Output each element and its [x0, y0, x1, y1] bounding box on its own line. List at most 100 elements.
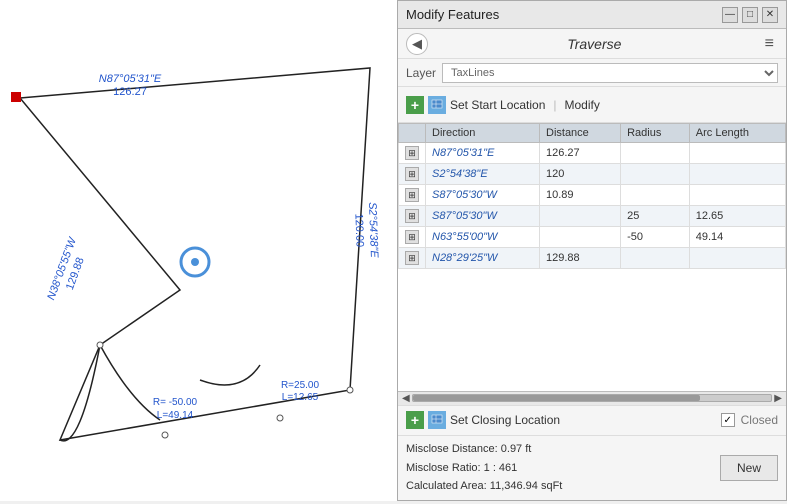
annotation-l2: L=12.65: [282, 392, 319, 403]
calculated-area-row: Calculated Area: 11,346.94 sqFt: [406, 477, 562, 496]
row-radius: [621, 185, 690, 206]
panel-title: Modify Features: [406, 7, 499, 22]
row-icon-cell: ⊞: [399, 248, 426, 269]
calculated-area-label: Calculated Area:: [406, 480, 487, 492]
table-row[interactable]: ⊞ N63°55'00"W -50 49.14: [399, 227, 786, 248]
row-arc-length: [689, 164, 785, 185]
new-button[interactable]: New: [720, 455, 778, 481]
row-expand-icon: ⊞: [405, 167, 419, 181]
col-distance: Distance: [540, 124, 621, 143]
map-pin-icon-closing: [428, 411, 446, 429]
annotation-top-dir: N87°05'31"E: [99, 73, 162, 85]
annotation-top-val: 126.27: [113, 86, 147, 98]
scroll-bar-area: ◀ ▶: [398, 391, 786, 405]
row-expand-icon: ⊞: [405, 209, 419, 223]
row-direction: N28°29'25"W: [426, 248, 540, 269]
traverse-title: Traverse: [567, 36, 621, 52]
row-icon-cell: ⊞: [399, 143, 426, 164]
row-direction: S87°05'30"W: [426, 206, 540, 227]
misclose-distance-value: 0.97 ft: [501, 443, 532, 455]
row-distance: 129.88: [540, 248, 621, 269]
toolbar-row: + Set Start Location | Modify: [398, 87, 786, 123]
annotation-l1: L=49.14: [157, 410, 194, 421]
table-row[interactable]: ⊞ N87°05'31"E 126.27: [399, 143, 786, 164]
row-distance: 126.27: [540, 143, 621, 164]
maximize-button[interactable]: □: [742, 7, 758, 23]
row-distance: [540, 206, 621, 227]
table-row[interactable]: ⊞ S2°54'38"E 120: [399, 164, 786, 185]
row-arc-length: [689, 185, 785, 206]
menu-icon: ≡: [765, 35, 774, 52]
modify-button[interactable]: Modify: [565, 98, 600, 112]
row-distance: [540, 227, 621, 248]
misclose-ratio-row: Misclose Ratio: 1 : 461: [406, 459, 562, 478]
row-direction: S87°05'30"W: [426, 185, 540, 206]
row-expand-icon: ⊞: [405, 230, 419, 244]
row-expand-icon: ⊞: [405, 188, 419, 202]
col-icon: [399, 124, 426, 143]
col-arc-length: Arc Length: [689, 124, 785, 143]
calculated-area-value: 11,346.94 sqFt: [490, 480, 563, 492]
horizontal-scrollbar[interactable]: [412, 394, 773, 402]
row-distance: 10.89: [540, 185, 621, 206]
plus-icon-closing: +: [406, 411, 424, 429]
row-arc-length: 12.65: [689, 206, 785, 227]
layer-row: Layer TaxLines: [398, 59, 786, 87]
annotation-r2: R=25.00: [281, 380, 320, 391]
table-body: ⊞ N87°05'31"E 126.27 ⊞ S2°54'38"E 120 ⊞ …: [399, 143, 786, 269]
row-icon-cell: ⊞: [399, 185, 426, 206]
col-radius: Radius: [621, 124, 690, 143]
bottom-toolbar: + Set Closing Location ✓ Closed: [398, 405, 786, 435]
row-expand-icon: ⊞: [405, 146, 419, 160]
set-closing-label: Set Closing Location: [450, 413, 560, 427]
scrollbar-thumb: [413, 395, 700, 401]
menu-button[interactable]: ≡: [761, 35, 778, 53]
misclose-ratio-label: Misclose Ratio:: [406, 462, 481, 474]
annotation-r1: R= -50.00: [153, 397, 198, 408]
map-pin-icon: [428, 96, 446, 114]
row-radius: [621, 248, 690, 269]
row-radius: [621, 143, 690, 164]
minimize-button[interactable]: —: [722, 7, 738, 23]
row-direction: S2°54'38"E: [426, 164, 540, 185]
row-expand-icon: ⊞: [405, 251, 419, 265]
row-direction: N63°55'00"W: [426, 227, 540, 248]
row-icon-cell: ⊞: [399, 206, 426, 227]
closed-checkbox[interactable]: ✓: [721, 413, 735, 427]
annotation-right-dir: S2°54'38"E: [366, 202, 380, 259]
status-info: Misclose Distance: 0.97 ft Misclose Rati…: [406, 440, 562, 496]
close-button[interactable]: ✕: [762, 7, 778, 23]
status-area: Misclose Distance: 0.97 ft Misclose Rati…: [398, 435, 786, 500]
back-button[interactable]: ◀: [406, 33, 428, 55]
table-container[interactable]: Direction Distance Radius Arc Length ⊞ N…: [398, 123, 786, 391]
plus-icon: +: [406, 96, 424, 114]
table-row[interactable]: ⊞ S87°05'30"W 25 12.65: [399, 206, 786, 227]
misclose-ratio-value: 1 : 461: [484, 462, 518, 474]
row-distance: 120: [540, 164, 621, 185]
row-direction: N87°05'31"E: [426, 143, 540, 164]
scroll-right-arrow[interactable]: ▶: [772, 393, 784, 404]
layer-label: Layer: [406, 66, 436, 80]
annotation-right-val: 120.00: [352, 213, 365, 247]
back-icon: ◀: [412, 36, 422, 52]
row-radius: 25: [621, 206, 690, 227]
sub-header: ◀ Traverse ≡: [398, 29, 786, 59]
table-row[interactable]: ⊞ S87°05'30"W 10.89: [399, 185, 786, 206]
set-start-location-btn[interactable]: + Set Start Location: [406, 96, 545, 114]
row-arc-length: 49.14: [689, 227, 785, 248]
title-controls: — □ ✕: [722, 7, 778, 23]
set-closing-location-btn[interactable]: + Set Closing Location: [406, 411, 560, 429]
title-bar: Modify Features — □ ✕: [398, 1, 786, 29]
row-arc-length: [689, 143, 785, 164]
set-start-label: Set Start Location: [450, 98, 545, 112]
table-header-row: Direction Distance Radius Arc Length: [399, 124, 786, 143]
layer-select[interactable]: TaxLines: [442, 63, 778, 83]
row-icon-cell: ⊞: [399, 164, 426, 185]
closed-label: Closed: [741, 413, 778, 427]
traverse-table: Direction Distance Radius Arc Length ⊞ N…: [398, 123, 786, 269]
row-arc-length: [689, 248, 785, 269]
table-row[interactable]: ⊞ N28°29'25"W 129.88: [399, 248, 786, 269]
scroll-left-arrow[interactable]: ◀: [400, 393, 412, 404]
misclose-distance-row: Misclose Distance: 0.97 ft: [406, 440, 562, 459]
row-icon-cell: ⊞: [399, 227, 426, 248]
